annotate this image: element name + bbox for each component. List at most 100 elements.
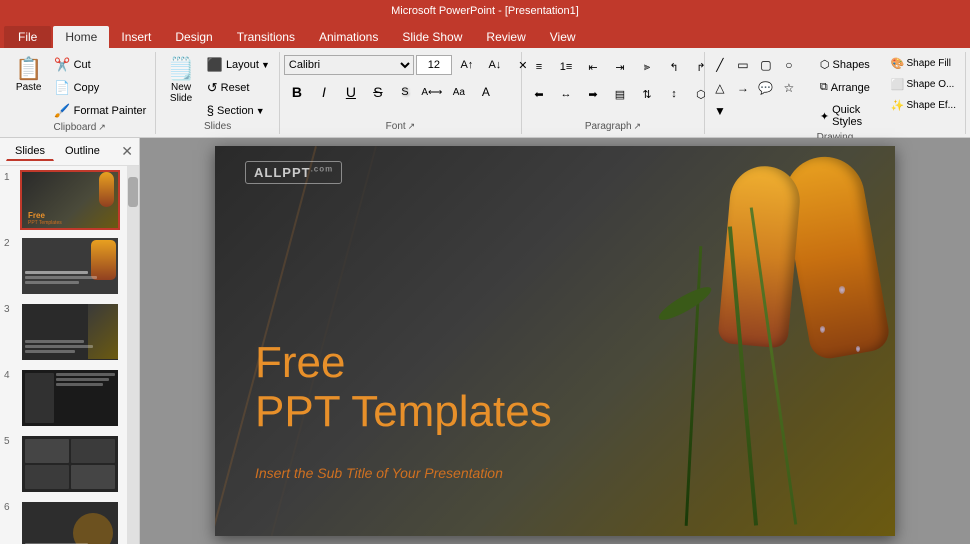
shapes-button[interactable]: ⬡ Shapes	[813, 54, 880, 75]
reset-icon: ↺	[207, 80, 218, 96]
shape-more[interactable]: ▼	[709, 100, 731, 122]
bullet-list-button[interactable]: ≡	[526, 56, 552, 78]
shape-rect[interactable]: ▭	[732, 54, 754, 76]
clipboard-group: 📋 Paste ✂️ Cut 📄 Copy 🖌️ Format Painter	[4, 52, 156, 134]
shadow-button[interactable]: S	[392, 81, 418, 103]
italic-button[interactable]: I	[311, 81, 337, 103]
slide-num-1: 1	[4, 172, 16, 183]
align-text-button[interactable]: ↕	[661, 83, 687, 105]
shape-round-rect[interactable]: ▢	[755, 54, 777, 76]
cut-button[interactable]: ✂️ Cut	[49, 54, 151, 76]
format-painter-button[interactable]: 🖌️ Format Painter	[49, 100, 151, 122]
slide-subtitle[interactable]: Insert the Sub Title of Your Presentatio…	[255, 465, 503, 481]
underline-button[interactable]: U	[338, 81, 364, 103]
allppt-logo: ALLPPT.com	[245, 161, 342, 184]
copy-button[interactable]: 📄 Copy	[49, 77, 151, 99]
shapes-icon: ⬡	[820, 58, 830, 71]
justify-button[interactable]: ▤	[607, 83, 633, 105]
arrange-button[interactable]: ⧉ Arrange	[813, 77, 880, 98]
increase-indent-button[interactable]: ⇥	[607, 56, 633, 78]
tab-slideshow[interactable]: Slide Show	[390, 26, 474, 48]
tab-view[interactable]: View	[538, 26, 588, 48]
slide-thumb-5[interactable]	[20, 434, 120, 494]
tab-design[interactable]: Design	[163, 26, 224, 48]
char-spacing-button[interactable]: A⟷	[419, 81, 445, 103]
clipboard-expand-icon[interactable]: ↗	[98, 122, 106, 133]
format-painter-icon: 🖌️	[54, 103, 70, 119]
text-direction-button[interactable]: ⇅	[634, 83, 660, 105]
shape-outline-button[interactable]: ⬜ Shape O...	[886, 75, 961, 94]
allppt-text: ALLPPT.com	[254, 165, 333, 180]
align-right-button[interactable]: ➡	[580, 83, 606, 105]
slide-panel-scroll: 1 Free PPT Templates 2	[0, 166, 139, 544]
slide-num-6: 6	[4, 502, 16, 513]
shape-callout[interactable]: 💬	[755, 77, 777, 99]
slide-item-3[interactable]: 3	[4, 302, 123, 362]
slide-item-4[interactable]: 4	[4, 368, 123, 428]
tab-home[interactable]: Home	[53, 26, 109, 48]
font-name-select[interactable]: Calibri	[284, 55, 414, 75]
tab-slides-panel[interactable]: Slides	[6, 142, 54, 161]
slide-num-4: 4	[4, 370, 16, 381]
tab-file[interactable]: File	[4, 26, 51, 48]
reset-button[interactable]: ↺ Reset	[202, 77, 275, 99]
slide-scrollbar-thumb[interactable]	[128, 177, 138, 207]
paragraph-expand-icon[interactable]: ↗	[634, 121, 642, 132]
shape-triangle[interactable]: △	[709, 77, 731, 99]
decrease-font-button[interactable]: A↓	[482, 54, 508, 76]
tab-animations[interactable]: Animations	[307, 26, 390, 48]
align-left-button[interactable]: ⬅	[526, 83, 552, 105]
slide-canvas[interactable]: ALLPPT.com Free PPT Templates Insert the…	[215, 146, 895, 536]
paste-button[interactable]: 📋 Paste	[8, 54, 49, 97]
slides-group: 🗒️ New Slide ⬛ Layout ▼ ↺ Reset § Sectio…	[156, 52, 280, 134]
layout-button[interactable]: ⬛ Layout ▼	[202, 54, 275, 76]
section-dropdown-icon: ▼	[256, 106, 265, 116]
shape-oval[interactable]: ○	[778, 54, 800, 76]
strikethrough-button[interactable]: S	[365, 81, 391, 103]
slide-thumb-3[interactable]	[20, 302, 120, 362]
section-button[interactable]: § Section ▼	[202, 100, 275, 121]
new-slide-button[interactable]: 🗒️ New Slide	[160, 54, 201, 108]
columns-button[interactable]: ⫸	[634, 56, 660, 78]
slide-panel-tabs: Slides Outline	[6, 142, 109, 161]
shape-effects-button[interactable]: ✨ Shape Ef...	[886, 96, 961, 115]
flower-leaf-1	[655, 282, 714, 325]
font-group-label: Font	[386, 121, 406, 132]
quick-styles-button[interactable]: ✦ Quick Styles	[813, 100, 880, 132]
slide-panel-scrollbar[interactable]	[127, 166, 139, 544]
rtl-button[interactable]: ↰	[661, 56, 687, 78]
shape-line[interactable]: ╱	[709, 54, 731, 76]
font-size-input[interactable]	[416, 55, 452, 75]
slide-thumb-4[interactable]	[20, 368, 120, 428]
change-case-button[interactable]: Aa	[446, 81, 472, 103]
font-color-button[interactable]: A	[473, 81, 499, 103]
slide-thumb-2[interactable]	[20, 236, 120, 296]
tab-transitions[interactable]: Transitions	[225, 26, 307, 48]
decrease-indent-button[interactable]: ⇤	[580, 56, 606, 78]
layout-dropdown-icon: ▼	[261, 60, 270, 70]
font-expand-icon[interactable]: ↗	[408, 121, 416, 132]
slide-item-1[interactable]: 1 Free PPT Templates	[4, 170, 123, 230]
shape-fill-icon: 🎨	[891, 57, 905, 70]
slide-item-2[interactable]: 2	[4, 236, 123, 296]
tab-insert[interactable]: Insert	[109, 26, 163, 48]
shape-arrow[interactable]: →	[732, 77, 754, 99]
slide-item-6[interactable]: 6	[4, 500, 123, 544]
title-bar-text: Microsoft PowerPoint - [Presentation1]	[8, 5, 962, 17]
tab-outline-panel[interactable]: Outline	[56, 142, 109, 161]
increase-font-button[interactable]: A↑	[454, 54, 480, 76]
slide-title[interactable]: Free PPT Templates	[255, 339, 552, 436]
align-center-button[interactable]: ↔	[553, 83, 579, 105]
shape-fill-button[interactable]: 🎨 Shape Fill	[886, 54, 961, 73]
bold-button[interactable]: B	[284, 81, 310, 103]
tab-review[interactable]: Review	[474, 26, 537, 48]
slide-item-5[interactable]: 5	[4, 434, 123, 494]
slide-thumb-1[interactable]: Free PPT Templates	[20, 170, 120, 230]
ribbon-tabs: File Home Insert Design Transitions Anim…	[0, 22, 970, 48]
shape-star[interactable]: ☆	[778, 77, 800, 99]
main-area: Slides Outline ✕ 1 Free PPT Templ	[0, 138, 970, 544]
slide-panel-close-button[interactable]: ✕	[121, 143, 133, 160]
numbered-list-button[interactable]: 1≡	[553, 56, 579, 78]
slide-thumb-6[interactable]	[20, 500, 120, 544]
font-group: Calibri A↑ A↓ ✕ B I U S S A⟷ Aa A Font ↗	[280, 52, 522, 134]
